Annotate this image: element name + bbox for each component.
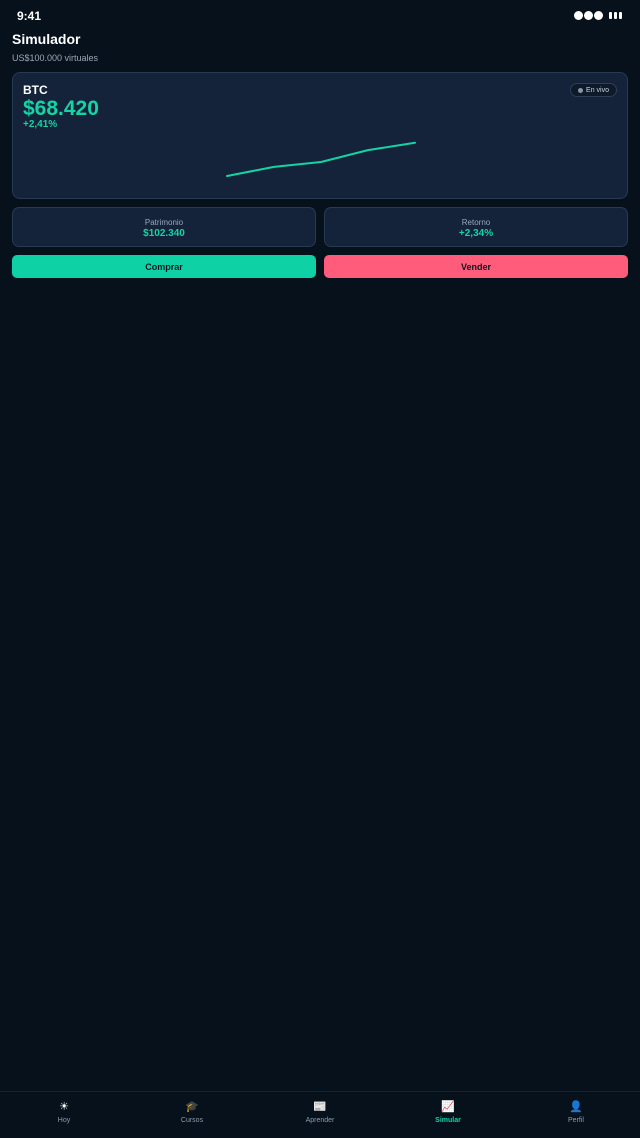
current-price: $68.420 <box>23 97 99 120</box>
tab-hoy[interactable]: ☀ Hoy <box>0 1092 128 1138</box>
sun-icon: ☀ <box>59 1101 69 1113</box>
tab-aprender[interactable]: 📰 Aprender <box>256 1092 384 1138</box>
ticker-symbol: BTC <box>23 83 48 97</box>
status-icons <box>574 11 622 20</box>
user-icon: 👤 <box>569 1101 583 1113</box>
equity-value: $102.340 <box>143 228 185 239</box>
buy-button[interactable]: Comprar <box>12 255 316 278</box>
return-label: Retorno <box>461 218 491 227</box>
status-bar: 9:41 <box>0 0 640 32</box>
page-subtitle: US$100.000 virtuales <box>12 53 99 63</box>
price-change: +2,41% <box>23 119 58 130</box>
tab-cursos[interactable]: 🎓 Cursos <box>128 1092 256 1138</box>
tab-label: Aprender <box>305 1117 335 1124</box>
live-badge: En vivo <box>570 83 617 97</box>
page-title: Simulador <box>12 31 81 47</box>
sell-button[interactable]: Vender <box>324 255 628 278</box>
tab-label: Cursos <box>180 1117 204 1124</box>
equity-label: Patrimonio <box>144 218 184 227</box>
signal-icon <box>574 11 603 20</box>
tab-label: Perfil <box>568 1117 584 1124</box>
tab-bar: ☀ Hoy 🎓 Cursos 📰 Aprender 📈 Simular 👤 Pe… <box>0 1091 640 1138</box>
return-card: Retorno +2,34% <box>324 207 628 247</box>
newspaper-icon: 📰 <box>313 1101 327 1113</box>
sparkline-series <box>226 141 416 177</box>
return-value: +2,34% <box>458 228 494 239</box>
tab-perfil[interactable]: 👤 Perfil <box>512 1092 640 1138</box>
graduation-cap-icon: 🎓 <box>185 1101 199 1113</box>
chart-increasing-icon: 📈 <box>441 1101 455 1113</box>
price-card[interactable]: BTC $68.420 +2,41% En vivo <box>12 72 628 199</box>
status-time: 9:41 <box>17 9 42 23</box>
battery-icon <box>609 12 622 19</box>
tab-label: Hoy <box>57 1117 71 1124</box>
price-sparkline <box>226 141 416 177</box>
tab-simular[interactable]: 📈 Simular <box>384 1092 512 1138</box>
equity-card: Patrimonio $102.340 <box>12 207 316 247</box>
live-dot-icon <box>578 87 584 93</box>
tab-label: Simular <box>435 1117 461 1124</box>
live-label: En vivo <box>586 86 609 94</box>
